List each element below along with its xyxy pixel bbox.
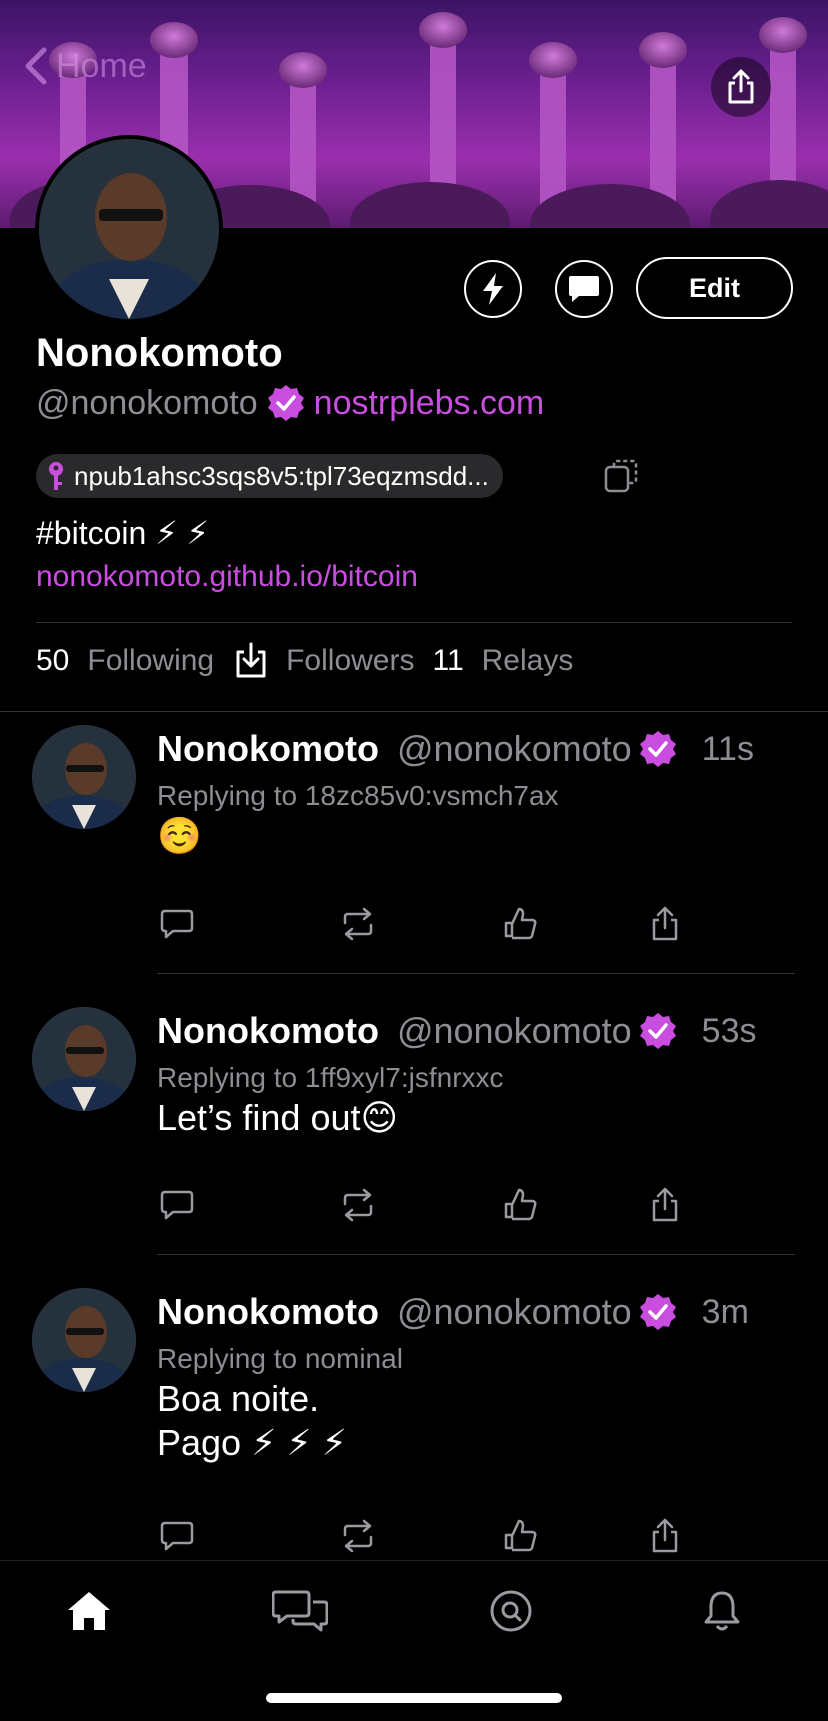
post-content: Boa noite. Pago ⚡ ⚡ ⚡ <box>157 1378 347 1463</box>
tab-messages[interactable] <box>268 1579 332 1643</box>
verified-badge-icon <box>267 385 304 421</box>
like-button[interactable] <box>500 1185 540 1225</box>
reply-button[interactable] <box>157 904 197 944</box>
profile-avatar[interactable] <box>35 135 223 323</box>
tab-home[interactable] <box>57 1579 121 1643</box>
search-icon <box>490 1590 532 1632</box>
share-icon <box>728 69 754 104</box>
profile-website-link[interactable]: nonokomoto.github.io/bitcoin <box>36 560 418 594</box>
repost-button[interactable] <box>338 1185 378 1225</box>
chat-bubbles-icon <box>272 1590 328 1632</box>
post-author-name[interactable]: Nonokomoto <box>157 728 379 770</box>
stats-divider <box>0 711 828 712</box>
post-divider <box>157 1254 795 1255</box>
post-reply-to[interactable]: Replying to nominal <box>157 1343 403 1375</box>
relays-count: 11 <box>432 644 464 677</box>
post-author-name[interactable]: Nonokomoto <box>157 1291 379 1333</box>
share-post-button[interactable] <box>645 1185 685 1225</box>
back-button[interactable]: Home <box>22 44 147 88</box>
verified-badge-icon <box>639 1013 676 1049</box>
bell-icon <box>704 1591 740 1631</box>
share-post-button[interactable] <box>645 904 685 944</box>
share-icon <box>652 906 678 941</box>
post-content: Let’s find out😊 <box>157 1097 399 1138</box>
profile-divider <box>36 622 792 623</box>
repost-button[interactable] <box>338 904 378 944</box>
post-divider <box>157 973 795 974</box>
message-button[interactable] <box>555 260 613 318</box>
verified-badge-icon <box>639 731 676 767</box>
post-avatar[interactable] <box>32 1007 136 1111</box>
post-avatar[interactable] <box>32 1288 136 1392</box>
copy-icon <box>604 459 638 493</box>
profile-about: #bitcoin ⚡ ⚡ <box>36 515 210 551</box>
verified-badge-icon <box>639 1294 676 1330</box>
repost-icon <box>343 1188 373 1222</box>
share-post-button[interactable] <box>645 1516 685 1556</box>
following-count: 50 <box>36 644 70 677</box>
chat-bubble-icon <box>569 276 599 302</box>
display-name: Nonokomoto <box>36 331 283 375</box>
lightning-icon <box>483 273 503 305</box>
repost-icon <box>343 1519 373 1553</box>
relays-label: Relays <box>481 644 574 677</box>
share-icon <box>652 1518 678 1553</box>
post-author-name[interactable]: Nonokomoto <box>157 1010 379 1052</box>
post-avatar[interactable] <box>32 725 136 829</box>
avatar-image <box>32 1007 136 1111</box>
post-timestamp: 3m <box>701 1292 749 1331</box>
like-button[interactable] <box>500 904 540 944</box>
download-tray-icon <box>236 642 266 678</box>
avatar-image <box>32 725 136 829</box>
comment-icon <box>160 909 194 939</box>
home-indicator <box>266 1693 562 1703</box>
thumbs-up-icon <box>504 907 537 940</box>
thumbs-up-icon <box>504 1188 537 1221</box>
post-author-handle: @nonokomoto <box>396 1010 632 1051</box>
repost-button[interactable] <box>338 1516 378 1556</box>
post-author-handle: @nonokomoto <box>396 1291 632 1332</box>
back-label: Home <box>56 46 147 85</box>
post-reply-to[interactable]: Replying to 18zc85v0:vsmch7ax <box>157 780 559 812</box>
avatar-image <box>39 139 219 319</box>
repost-icon <box>343 907 373 941</box>
edit-profile-button[interactable]: Edit <box>636 257 793 319</box>
following-stat[interactable]: 50 Following <box>36 644 214 678</box>
thumbs-up-icon <box>504 1519 537 1552</box>
reply-button[interactable] <box>157 1516 197 1556</box>
npub-text: npub1ahsc3sqs8v5:tpl73eqzmsdd... <box>74 460 489 491</box>
avatar-image <box>32 1288 136 1392</box>
post-reply-to[interactable]: Replying to 1ff9xyl7:jsfnrxxc <box>157 1062 504 1094</box>
tab-notifications[interactable] <box>690 1579 754 1643</box>
post-header: Nonokomoto @nonokomoto 53s <box>157 1010 756 1052</box>
tab-search[interactable] <box>479 1579 543 1643</box>
like-button[interactable] <box>500 1516 540 1556</box>
post-timestamp: 11s <box>701 729 754 768</box>
post-timestamp: 53s <box>701 1011 757 1050</box>
profile-stats: 50 Following Followers 11 Relays <box>36 642 573 680</box>
handle-row: @nonokomoto nostrplebs.com <box>36 383 544 423</box>
share-profile-button[interactable] <box>711 57 771 117</box>
zap-button[interactable] <box>464 260 522 318</box>
following-label: Following <box>87 644 215 677</box>
npub-pill[interactable]: npub1ahsc3sqs8v5:tpl73eqzmsdd... <box>36 454 503 498</box>
nip05-domain[interactable]: nostrplebs.com <box>314 384 545 423</box>
reply-button[interactable] <box>157 1185 197 1225</box>
post-content: ☺️ <box>157 815 202 856</box>
relays-stat[interactable]: 11 Relays <box>432 644 573 678</box>
profile-handle: @nonokomoto <box>36 383 258 422</box>
post-header: Nonokomoto @nonokomoto 11s <box>157 728 754 770</box>
comment-icon <box>160 1521 194 1551</box>
home-icon <box>68 1592 110 1630</box>
chevron-left-icon <box>25 47 47 85</box>
comment-icon <box>160 1190 194 1220</box>
post-header: Nonokomoto @nonokomoto 3m <box>157 1291 749 1333</box>
share-icon <box>652 1187 678 1222</box>
key-icon <box>49 462 63 490</box>
post-author-handle: @nonokomoto <box>396 728 632 769</box>
copy-npub-button[interactable] <box>603 458 639 499</box>
followers-stat[interactable]: Followers <box>286 644 414 678</box>
